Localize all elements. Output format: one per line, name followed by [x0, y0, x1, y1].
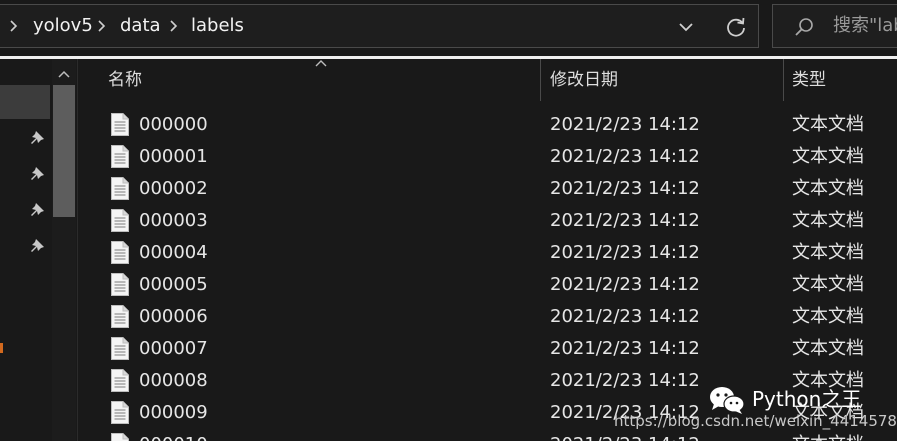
chevron-down-icon[interactable]	[675, 16, 697, 38]
file-type: 文本文档	[792, 146, 864, 167]
file-date: 2021/2/23 14:12	[550, 178, 700, 199]
text-file-icon	[111, 369, 129, 392]
file-date: 2021/2/23 14:12	[550, 370, 700, 391]
column-header-row: 名称 修改日期 类型	[78, 59, 897, 101]
file-name: 000003	[139, 210, 208, 231]
file-name: 000007	[139, 338, 208, 359]
file-type: 文本文档	[792, 242, 864, 263]
text-file-icon	[111, 273, 129, 296]
file-name: 000009	[139, 402, 208, 423]
file-name: 000005	[139, 274, 208, 295]
text-file-icon	[111, 209, 129, 232]
file-name: 000004	[139, 242, 208, 263]
file-row[interactable]: 000005 2021/2/23 14:12 文本文档	[78, 269, 897, 301]
file-row[interactable]: 000007 2021/2/23 14:12 文本文档	[78, 333, 897, 365]
file-row[interactable]: 000006 2021/2/23 14:12 文本文档	[78, 301, 897, 333]
text-file-icon	[111, 145, 129, 168]
breadcrumb-data[interactable]: data	[120, 5, 161, 47]
refresh-icon[interactable]	[723, 14, 749, 40]
search-icon	[795, 18, 813, 36]
file-date: 2021/2/23 14:12	[550, 114, 700, 135]
column-header-type[interactable]: 类型	[792, 59, 826, 101]
chevron-right-icon[interactable]	[165, 18, 181, 34]
pin-icon[interactable]	[28, 165, 46, 183]
pin-icon[interactable]	[28, 201, 46, 219]
file-row[interactable]: 000000 2021/2/23 14:12 文本文档	[78, 109, 897, 141]
text-file-icon	[111, 337, 129, 360]
sort-ascending-icon	[315, 60, 327, 67]
file-name: 000001	[139, 146, 208, 167]
file-name: 000002	[139, 178, 208, 199]
file-name: 000010	[139, 429, 208, 441]
address-bar[interactable]: yolov5 data labels	[0, 4, 759, 48]
navigation-pane	[0, 59, 78, 441]
watermark-title: Python之王	[752, 387, 862, 411]
chevron-up-icon[interactable]	[56, 67, 72, 81]
search-box[interactable]: 搜索"lab	[772, 4, 897, 48]
text-file-icon	[111, 433, 129, 441]
pin-icon[interactable]	[28, 129, 46, 147]
file-type: 文本文档	[792, 306, 864, 327]
file-row[interactable]: 000002 2021/2/23 14:12 文本文档	[78, 173, 897, 205]
nav-selected-item[interactable]	[0, 85, 50, 119]
file-date: 2021/2/23 14:12	[550, 338, 700, 359]
search-placeholder: 搜索"lab	[833, 15, 897, 36]
column-divider[interactable]	[783, 59, 784, 101]
breadcrumb-yolov5[interactable]: yolov5	[33, 5, 93, 47]
file-type: 文本文档	[792, 114, 864, 135]
file-row[interactable]: 000004 2021/2/23 14:12 文本文档	[78, 237, 897, 269]
file-name: 000008	[139, 370, 208, 391]
file-type: 文本文档	[792, 178, 864, 199]
file-type: 文本文档	[792, 274, 864, 295]
text-file-icon	[111, 401, 129, 424]
file-type: 文本文档	[792, 210, 864, 231]
chevron-right-icon[interactable]	[5, 18, 21, 34]
text-file-icon	[111, 305, 129, 328]
nav-scrollbar[interactable]	[52, 59, 76, 441]
file-date: 2021/2/23 14:12	[550, 242, 700, 263]
chevron-right-icon[interactable]	[93, 18, 109, 34]
column-header-name[interactable]: 名称	[108, 59, 142, 101]
column-header-date[interactable]: 修改日期	[550, 59, 618, 101]
column-divider[interactable]	[540, 59, 541, 101]
nav-item-marker	[0, 343, 3, 353]
breadcrumb-labels[interactable]: labels	[191, 5, 244, 47]
file-date: 2021/2/23 14:12	[550, 306, 700, 327]
file-date: 2021/2/23 14:12	[550, 146, 700, 167]
file-name: 000006	[139, 306, 208, 327]
address-toolbar: yolov5 data labels 搜索"lab	[0, 0, 897, 56]
file-date: 2021/2/23 14:12	[550, 210, 700, 231]
file-type: 文本文档	[792, 338, 864, 359]
text-file-icon	[111, 177, 129, 200]
scrollbar-thumb[interactable]	[53, 85, 75, 217]
file-row[interactable]: 000003 2021/2/23 14:12 文本文档	[78, 205, 897, 237]
file-row[interactable]: 000001 2021/2/23 14:12 文本文档	[78, 141, 897, 173]
text-file-icon	[111, 241, 129, 264]
file-date: 2021/2/23 14:12	[550, 274, 700, 295]
file-name: 000000	[139, 114, 208, 135]
watermark-url: https://blog.csdn.net/weixin_44145782	[614, 412, 897, 430]
text-file-icon	[111, 113, 129, 136]
pin-icon[interactable]	[28, 237, 46, 255]
